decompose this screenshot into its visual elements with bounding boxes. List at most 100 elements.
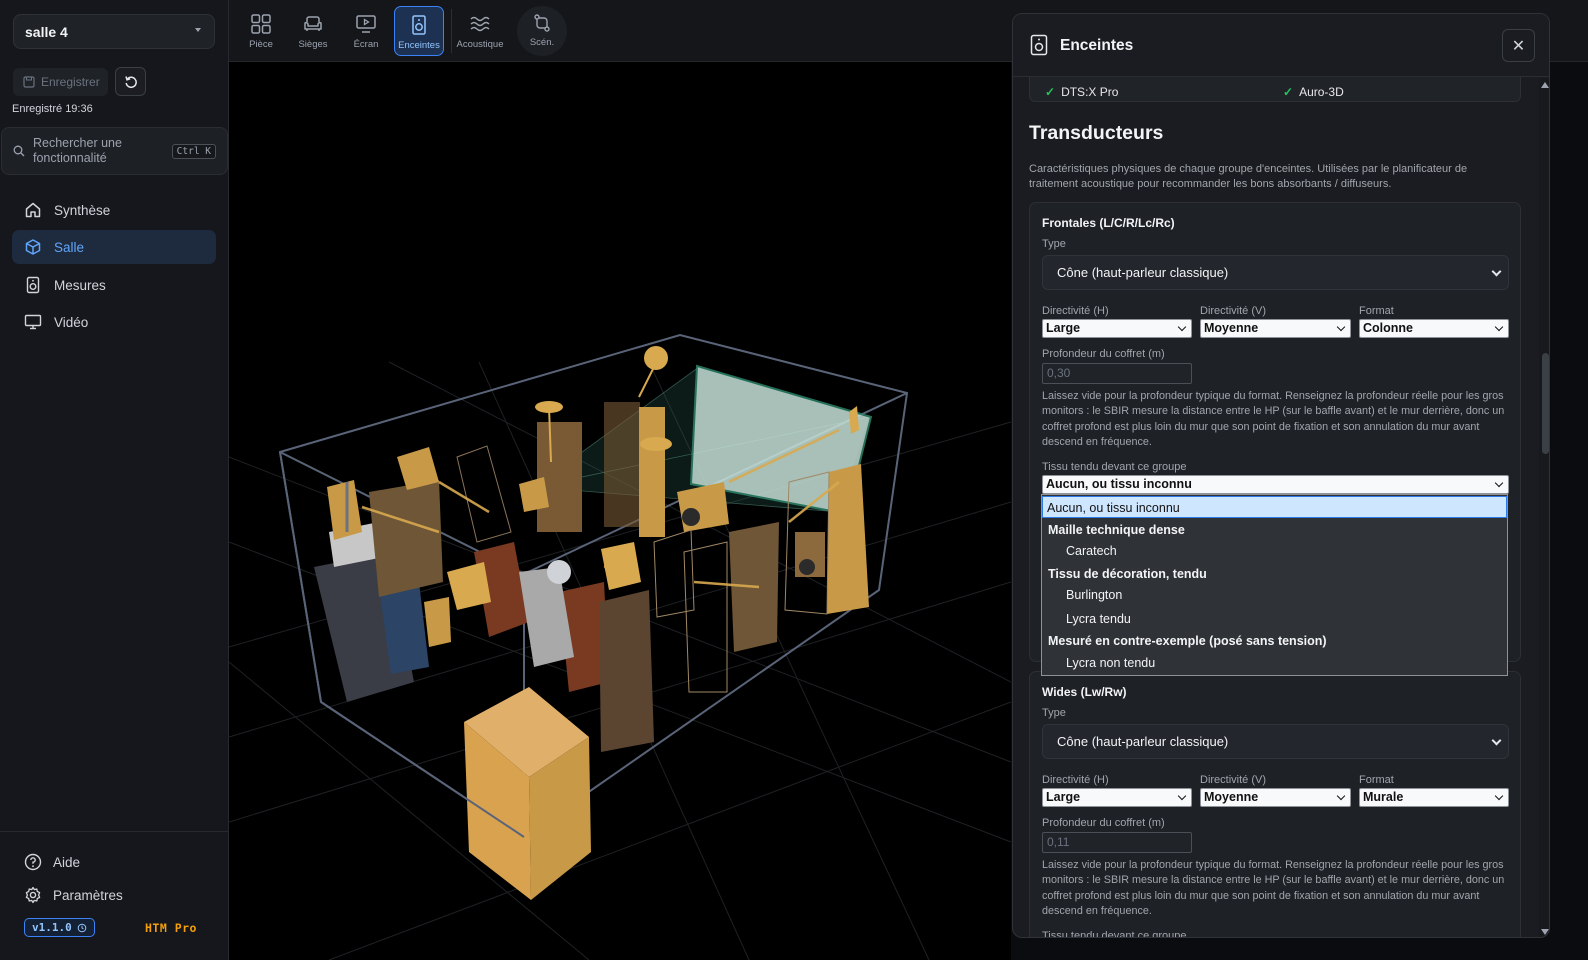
speaker-icon xyxy=(26,276,40,294)
section-title: Transducteurs xyxy=(1029,122,1164,144)
sidebar: salle 4 Enregistrer Enregistré 19:36 Rec… xyxy=(0,0,229,960)
tool-scenarios[interactable]: Scén. xyxy=(517,6,567,56)
close-button[interactable]: ✕ xyxy=(1502,29,1535,62)
tool-ecran[interactable]: Écran xyxy=(341,6,391,56)
speakers-panel: ✓ DTS:X Pro ✓ Auro-3D Enceintes ✕ Transd… xyxy=(1012,13,1550,938)
type-select[interactable]: Cône (haut-parleur classique) xyxy=(1042,255,1509,290)
nav-label: Vidéo xyxy=(54,314,89,330)
fabric-select[interactable]: Aucun, ou tissu inconnu xyxy=(1042,475,1509,494)
type-label: Type xyxy=(1042,238,1066,250)
nav-item-salle[interactable]: Salle xyxy=(12,230,216,264)
tool-label: Acoustique xyxy=(456,39,504,50)
room-select[interactable]: salle 4 xyxy=(13,14,215,49)
room-3d-scene[interactable] xyxy=(229,62,1011,960)
dropdown-option[interactable]: Aucun, ou tissu inconnu xyxy=(1042,496,1507,518)
close-icon: ✕ xyxy=(1511,37,1526,55)
grid-icon xyxy=(251,14,271,34)
save-icon xyxy=(23,76,35,88)
chevron-down-icon xyxy=(1177,322,1187,332)
format-label: DTS:X Pro xyxy=(1061,85,1119,99)
dir-h-select[interactable]: Large xyxy=(1042,319,1192,338)
speaker-icon xyxy=(1030,34,1048,56)
format-select[interactable]: Murale xyxy=(1359,788,1509,807)
settings-link[interactable]: Paramètres xyxy=(24,886,123,904)
dropdown-option[interactable]: Lycra tendu xyxy=(1042,608,1507,630)
room-3d-viewport[interactable] xyxy=(229,62,1011,960)
depth-label: Profondeur du coffret (m) xyxy=(1042,348,1165,360)
dir-v-select[interactable]: Moyenne xyxy=(1200,319,1351,338)
scroll-up-icon[interactable] xyxy=(1541,82,1549,88)
caret-down-icon xyxy=(195,28,201,32)
dir-h-value: Large xyxy=(1046,790,1081,804)
format-value: Murale xyxy=(1363,790,1404,804)
version-badge[interactable]: v1.1.0 xyxy=(24,918,95,937)
tool-sieges[interactable]: Sièges xyxy=(288,6,338,56)
nav-item-video[interactable]: Vidéo xyxy=(12,305,216,339)
save-button[interactable]: Enregistrer xyxy=(13,68,108,96)
chevron-down-icon xyxy=(1494,322,1504,332)
dropdown-option[interactable]: Lycra non tendu xyxy=(1042,652,1507,674)
depth-input[interactable]: 0,30 xyxy=(1042,363,1192,384)
tool-piece[interactable]: Pièce xyxy=(236,6,286,56)
settings-label: Paramètres xyxy=(53,887,123,903)
scroll-down-icon[interactable] xyxy=(1541,929,1549,935)
search-icon xyxy=(13,145,25,157)
dir-h-label: Directivité (H) xyxy=(1042,774,1109,786)
saved-status: Enregistré 19:36 xyxy=(12,103,93,115)
nav-label: Salle xyxy=(54,239,85,255)
nav-item-mesures[interactable]: Mesures xyxy=(12,268,216,302)
scroll-thumb[interactable] xyxy=(1542,353,1549,454)
group-title: Wides (Lw/Rw) xyxy=(1042,685,1127,699)
speaker-icon xyxy=(412,15,426,35)
panel-scrollbar[interactable] xyxy=(1539,78,1549,937)
dir-v-value: Moyenne xyxy=(1204,790,1259,804)
history-icon xyxy=(77,923,87,932)
dir-h-select[interactable]: Large xyxy=(1042,788,1192,807)
format-select[interactable]: Colonne xyxy=(1359,319,1509,338)
waves-icon xyxy=(470,16,490,32)
format-label: Format xyxy=(1359,305,1394,317)
depth-label: Profondeur du coffret (m) xyxy=(1042,817,1165,829)
fabric-dropdown-list[interactable]: Aucun, ou tissu inconnu Maille technique… xyxy=(1041,494,1508,676)
dropdown-option[interactable]: Caratech xyxy=(1042,540,1507,562)
sofa-icon xyxy=(304,16,322,31)
revert-button[interactable] xyxy=(115,67,146,96)
cube-icon xyxy=(25,239,41,255)
tool-enceintes[interactable]: Enceintes xyxy=(394,6,444,56)
dir-v-label: Directivité (V) xyxy=(1200,774,1267,786)
search-placeholder: Rechercher une fonctionnalité xyxy=(33,136,122,165)
depth-hint: Laissez vide pour la profondeur typique … xyxy=(1042,390,1505,448)
tool-acoustique[interactable]: Acoustique xyxy=(455,6,505,56)
dir-v-value: Moyenne xyxy=(1204,321,1259,335)
chevron-down-icon xyxy=(1491,266,1502,277)
gear-icon xyxy=(25,886,41,904)
dropdown-group-header: Mesuré en contre-exemple (posé sans tens… xyxy=(1048,634,1327,648)
version-label: v1.1.0 xyxy=(32,921,72,934)
section-description: Caractéristiques physiques de chaque gro… xyxy=(1029,163,1468,190)
dropdown-group-header: Maille technique dense xyxy=(1048,523,1185,537)
nav-item-synthese[interactable]: Synthèse xyxy=(12,193,216,227)
panel-title: Enceintes xyxy=(1060,37,1134,54)
search-shortcut: Ctrl K xyxy=(171,144,216,159)
format-item: ✓ DTS:X Pro xyxy=(1045,85,1118,99)
type-select[interactable]: Cône (haut-parleur classique) xyxy=(1042,724,1509,759)
dir-v-label: Directivité (V) xyxy=(1200,305,1267,317)
dropdown-option[interactable]: Burlington xyxy=(1042,584,1507,606)
toolbar-separator xyxy=(451,9,452,53)
dir-h-value: Large xyxy=(1046,321,1081,335)
help-label: Aide xyxy=(53,854,81,870)
checkmark-icon: ✓ xyxy=(1283,85,1294,99)
depth-hint: Laissez vide pour la profondeur typique … xyxy=(1042,859,1505,917)
dir-v-select[interactable]: Moyenne xyxy=(1200,788,1351,807)
chevron-down-icon xyxy=(1336,791,1346,801)
tool-label: Scén. xyxy=(529,37,555,48)
speaker-group-wides: Wides (Lw/Rw) Type Cône (haut-parleur cl… xyxy=(1029,671,1521,937)
checkmark-icon: ✓ xyxy=(1045,85,1056,99)
tool-label: Écran xyxy=(353,39,379,50)
depth-input[interactable]: 0,11 xyxy=(1042,832,1192,853)
feature-search[interactable]: Rechercher une fonctionnalité Ctrl K xyxy=(1,127,228,175)
help-link[interactable]: Aide xyxy=(24,853,80,871)
tool-label: Enceintes xyxy=(398,40,440,51)
chevron-down-icon xyxy=(1494,791,1504,801)
chevron-down-icon xyxy=(1491,735,1502,746)
